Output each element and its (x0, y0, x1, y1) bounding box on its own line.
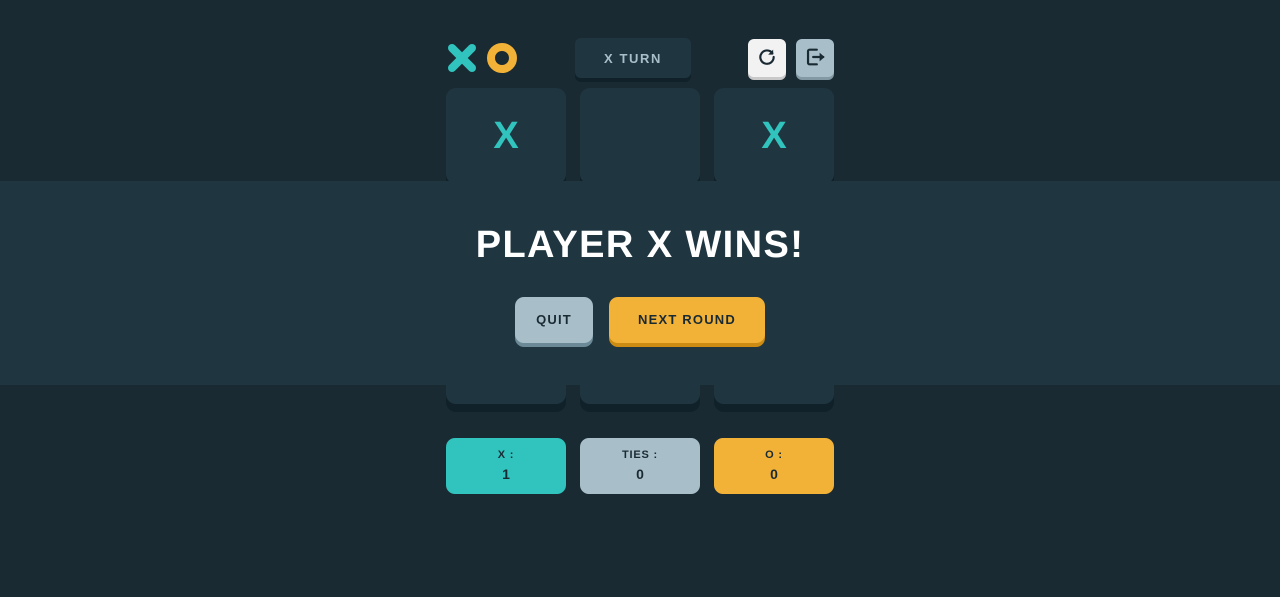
score-value-ties: 0 (636, 465, 644, 482)
exit-button[interactable] (796, 39, 834, 77)
restart-icon (757, 47, 777, 70)
board-cell-0[interactable]: X (446, 88, 566, 184)
board-cell-2[interactable]: X (714, 88, 834, 184)
exit-icon (804, 46, 826, 71)
score-card-x: X : 1 (446, 438, 566, 494)
score-card-o: O : 0 (714, 438, 834, 494)
score-label-o: O : (765, 449, 783, 462)
tic-tac-toe-game: X TURN X X X: 1 TIES: 0 O: 0 PLAYER X… (0, 0, 1280, 597)
cell-mark: X (493, 115, 519, 157)
cell-mark: X (761, 115, 787, 157)
score-card-ties: TIES : 0 (580, 438, 700, 494)
header-actions (748, 39, 834, 77)
score-label-x: X : (497, 449, 515, 462)
x-mark-icon (446, 42, 478, 74)
restart-button[interactable] (748, 39, 786, 77)
score-value-x: 1 (502, 465, 510, 482)
score-value-o: 0 (770, 465, 778, 482)
scoreboard: X : 1 TIES : 0 O : 0 (446, 438, 834, 494)
next-round-button[interactable]: NEXT ROUND (609, 296, 765, 343)
quit-button[interactable]: QUIT (515, 296, 593, 343)
score-label-ties: TIES : (622, 449, 658, 462)
game-result-modal: PLAYER X WINS! QUIT NEXT ROUND (0, 181, 1280, 385)
o-mark-icon (486, 42, 518, 74)
modal-actions: QUIT NEXT ROUND (515, 296, 765, 343)
turn-indicator: X TURN (575, 38, 691, 78)
modal-title: PLAYER X WINS! (475, 223, 805, 266)
game-logo (446, 42, 518, 74)
turn-indicator-label: X TURN (604, 50, 662, 66)
board-cell-1[interactable] (580, 88, 700, 184)
game-header: X TURN (446, 35, 834, 81)
